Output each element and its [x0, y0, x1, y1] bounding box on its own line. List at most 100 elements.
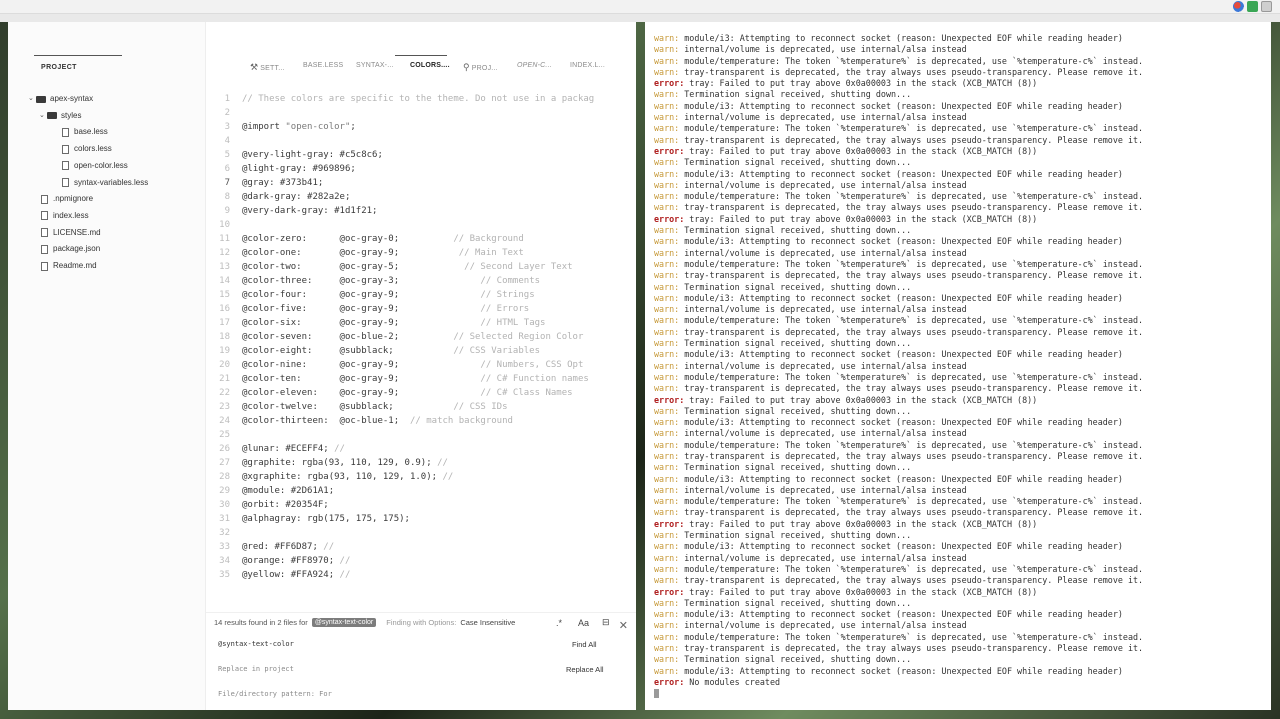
log-level: warn:: [654, 326, 685, 337]
tree-folder[interactable]: ⌄ styles: [39, 110, 81, 122]
line-number: 34: [219, 556, 230, 566]
chrome-icon[interactable]: [1233, 1, 1244, 12]
file-icon: [41, 194, 48, 204]
log-message: tray-transparent is deprecated, the tray…: [684, 202, 1144, 213]
log-level: warn:: [654, 315, 685, 326]
code-line: 28 @xgraphite: rgba(93, 110, 129, 1.0); /…: [206, 470, 636, 484]
replace-all-button[interactable]: Replace All: [566, 665, 604, 674]
path-pattern-input[interactable]: [218, 687, 538, 701]
log-level: warn:: [654, 609, 685, 620]
terminal-line: warn: tray-transparent is deprecated, th…: [654, 507, 1271, 518]
code-token: @orange: #FF8970;: [242, 556, 340, 566]
code-line: 21 @color-ten: @oc-gray-9; // C# Function…: [206, 372, 636, 386]
log-level: warn:: [654, 112, 685, 123]
close-icon[interactable]: ✕: [619, 619, 628, 632]
log-message: internal/volume is deprecated, use inter…: [684, 484, 967, 495]
code-line: 6 @light-gray: #969896;: [206, 162, 636, 176]
tree-item-label: .npmignore: [53, 194, 94, 204]
tree-file[interactable]: syntax-variables.less: [62, 177, 148, 189]
tree-file[interactable]: base.less: [62, 126, 108, 138]
checkmark-icon[interactable]: [1247, 1, 1258, 12]
log-message: Termination signal received, shutting do…: [684, 157, 912, 168]
log-level: warn:: [654, 428, 685, 439]
terminal-line: warn: module/i3: Attempting to reconnect…: [654, 293, 1271, 304]
line-text: @module: #2D61A1;: [242, 484, 334, 498]
log-message: internal/volume is deprecated, use inter…: [684, 179, 967, 190]
find-input[interactable]: [218, 637, 538, 651]
terminal-line: warn: module/i3: Attempting to reconnect…: [654, 474, 1271, 485]
window-icon[interactable]: [1261, 1, 1272, 12]
tab-5[interactable]: OPEN-C...: [517, 62, 552, 69]
tree-folder[interactable]: ⌄ apex-syntax: [28, 93, 93, 105]
log-message: module/i3: Attempting to reconnect socke…: [684, 541, 1123, 552]
file-icon: [41, 261, 48, 271]
log-message: internal/volume is deprecated, use inter…: [684, 620, 967, 631]
line-number: 9: [224, 206, 230, 216]
tab-0[interactable]: ⚒ SETT...: [250, 62, 285, 73]
settings-icon: ⚒: [250, 62, 259, 72]
code-editor[interactable]: 1 // These colors are specific to the the…: [206, 92, 636, 612]
terminal-line: warn: internal/volume is deprecated, use…: [654, 485, 1271, 496]
code-comment: //: [437, 458, 448, 468]
terminal-line: warn: module/temperature: The token `%te…: [654, 191, 1271, 202]
find-all-button[interactable]: Find All: [572, 640, 597, 649]
log-message: Termination signal received, shutting do…: [684, 281, 912, 292]
whole-word-toggle-button[interactable]: ⊟: [602, 617, 610, 628]
terminal-line: warn: Termination signal received, shutt…: [654, 89, 1271, 100]
code-token: @very-light-gray: #c5c8c6;: [242, 150, 383, 160]
terminal-line: warn: module/temperature: The token `%te…: [654, 440, 1271, 451]
code-line: 27 @graphite: rgba(93, 110, 129, 0.9); //: [206, 456, 636, 470]
tree-file[interactable]: .npmignore: [41, 193, 93, 205]
log-message: module/temperature: The token `%temperat…: [684, 439, 1144, 450]
tab-2[interactable]: SYNTAX-...: [356, 62, 394, 69]
terminal-line: warn: module/i3: Attempting to reconnect…: [654, 236, 1271, 247]
terminal-line: warn: module/i3: Attempting to reconnect…: [654, 417, 1271, 428]
regex-toggle-button[interactable]: .*: [556, 618, 562, 628]
line-text: @color-eleven: @oc-gray-9; // C# Class N…: [242, 386, 573, 400]
terminal-window[interactable]: warn: module/i3: Attempting to reconnect…: [645, 22, 1271, 710]
log-message: tray: Failed to put tray above 0x0a00003…: [689, 586, 1038, 597]
tab-6[interactable]: INDEX.L...: [570, 62, 605, 69]
code-line: 10: [206, 218, 636, 232]
chevron-down-icon[interactable]: ⌄: [28, 93, 36, 105]
tree-file[interactable]: colors.less: [62, 143, 112, 155]
case-sensitive-toggle-button[interactable]: Aa: [578, 618, 589, 628]
code-comment: //: [442, 472, 454, 482]
search-icon: ⚲: [463, 62, 470, 72]
log-message: internal/volume is deprecated, use inter…: [684, 304, 967, 315]
tab-1[interactable]: BASE.LESS: [303, 62, 343, 69]
tab-3[interactable]: COLORS....: [410, 62, 450, 69]
tree-file[interactable]: open-color.less: [62, 160, 128, 172]
line-number: 23: [219, 402, 230, 412]
line-number: 6: [224, 164, 230, 174]
terminal-prompt[interactable]: [654, 688, 1271, 699]
tab-4[interactable]: ⚲ PROJ...: [463, 62, 498, 73]
code-token: @orbit: #20354F;: [242, 500, 329, 510]
code-token: @lunar: #ECEFF4;: [242, 444, 335, 454]
chevron-down-icon[interactable]: ⌄: [39, 110, 47, 122]
replace-input[interactable]: [218, 662, 538, 676]
code-line: 9 @very-dark-gray: #1d1f21;: [206, 204, 636, 218]
log-message: tray-transparent is deprecated, the tray…: [684, 326, 1144, 337]
line-text: @graphite: rgba(93, 110, 129, 0.9); //: [242, 456, 448, 470]
find-options-label: Finding with Options:: [386, 618, 457, 627]
log-message: module/temperature: The token `%temperat…: [684, 258, 1144, 269]
tab-label: COLORS....: [410, 62, 450, 69]
log-level: warn:: [654, 360, 685, 371]
tree-item-label: index.less: [53, 210, 89, 220]
code-line: 15 @color-four: @oc-gray-9; // Strings: [206, 288, 636, 302]
code-line: 22 @color-eleven: @oc-gray-9; // C# Class…: [206, 386, 636, 400]
log-level: warn:: [654, 552, 685, 563]
log-message: internal/volume is deprecated, use inter…: [684, 428, 967, 439]
project-tab-indicator: [34, 55, 122, 56]
tree-file[interactable]: package.json: [41, 243, 100, 255]
tab-label: SYNTAX-...: [356, 62, 394, 69]
line-text: @gray: #373b41;: [242, 176, 323, 190]
tree-file[interactable]: LICENSE.md: [41, 227, 101, 239]
tree-file[interactable]: Readme.md: [41, 260, 97, 272]
tree-file[interactable]: index.less: [41, 210, 89, 222]
log-level: warn:: [654, 33, 685, 43]
code-token: @color-thirteen: @oc-blue-1;: [242, 416, 410, 426]
code-line: 18 @color-seven: @oc-blue-2; // Selected …: [206, 330, 636, 344]
code-line: 7 @gray: #373b41;: [206, 176, 636, 190]
